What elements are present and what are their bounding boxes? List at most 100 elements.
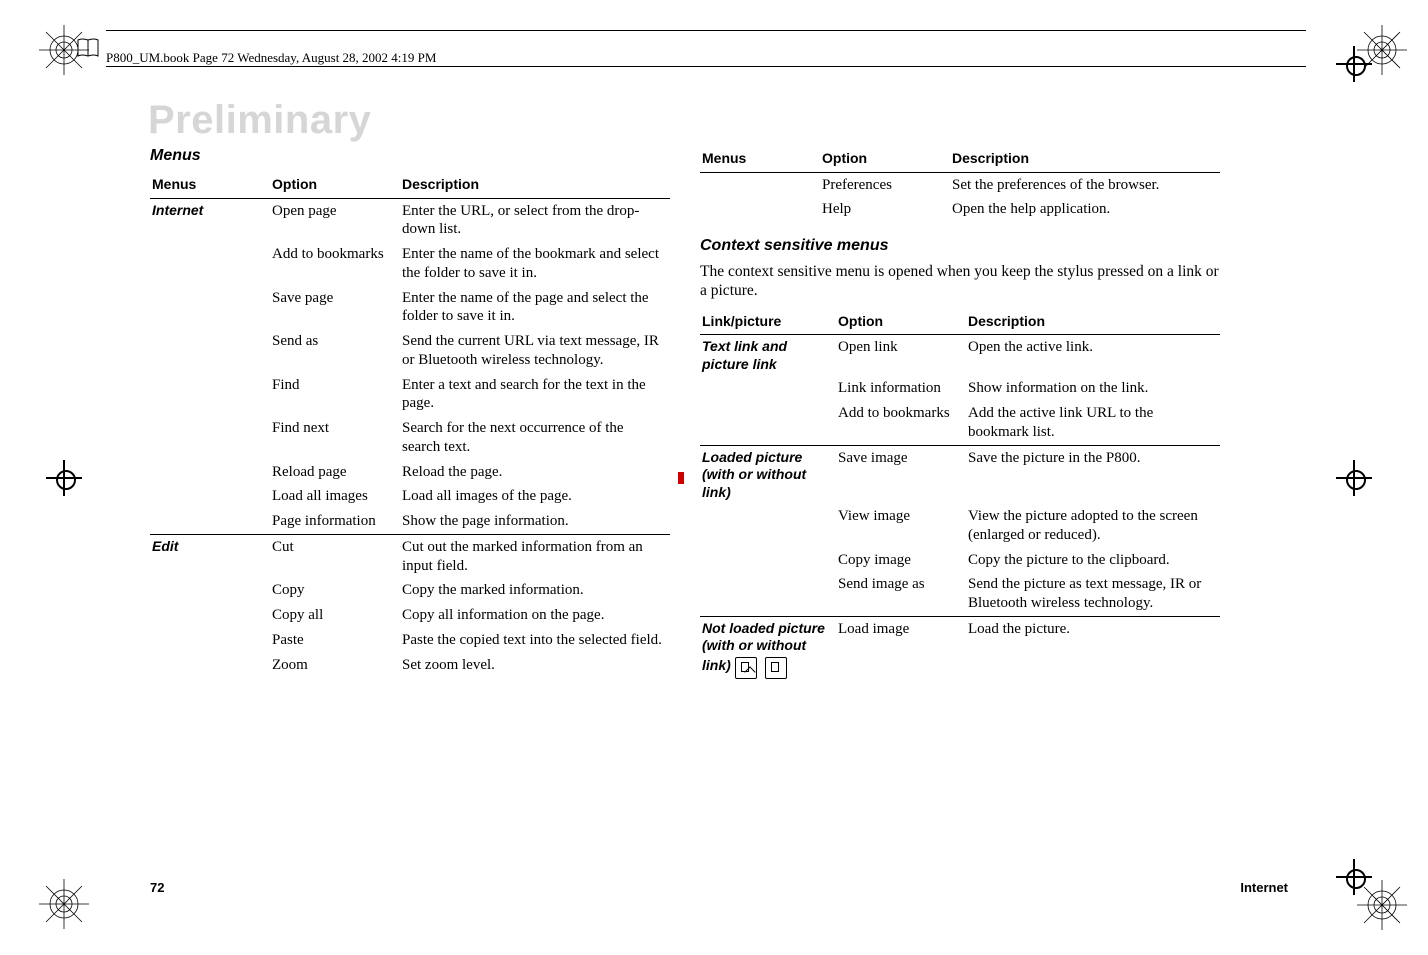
th-desc: Description	[400, 172, 670, 198]
option-label: Help	[820, 197, 950, 222]
option-desc: Load the picture.	[966, 616, 1220, 682]
option-desc: Add the active link URL to the bookmark …	[966, 401, 1220, 445]
table-row: Save page Enter the name of the page and…	[150, 286, 670, 330]
menus-table: Menus Option Description Internet Open p…	[150, 172, 670, 677]
group-textlink: Text link and picture link	[700, 335, 836, 377]
option-desc: Enter the name of the bookmark and selec…	[400, 242, 670, 286]
watermark-text: Preliminary	[148, 98, 371, 143]
option-label: Load all images	[270, 484, 400, 509]
table-row: Page information Show the page informati…	[150, 509, 670, 534]
option-desc: Enter a text and search for the text in …	[400, 373, 670, 417]
option-label: Link information	[836, 376, 966, 401]
table-row: Send image as Send the picture as text m…	[700, 572, 1220, 616]
table-row: Loaded picture (with or without link) Sa…	[700, 445, 1220, 504]
context-heading: Context sensitive menus	[700, 236, 1220, 256]
option-desc: Send the current URL via text message, I…	[400, 329, 670, 373]
option-label: Preferences	[820, 172, 950, 197]
option-label: Add to bookmarks	[836, 401, 966, 445]
printer-mark-icon	[1356, 24, 1408, 76]
table-row: Help Open the help application.	[700, 197, 1220, 222]
th-option: Option	[820, 146, 950, 172]
th-menus: Menus	[150, 172, 270, 198]
running-header-text: P800_UM.book Page 72 Wednesday, August 2…	[106, 50, 436, 65]
table-row: Copy Copy the marked information.	[150, 578, 670, 603]
th-link: Link/picture	[700, 309, 836, 335]
page-number: 72	[150, 880, 164, 895]
option-label: Copy	[270, 578, 400, 603]
revision-mark-icon	[678, 472, 684, 484]
group-notloaded: Not loaded picture (with or without link…	[700, 616, 836, 682]
table-row: Reload page Reload the page.	[150, 460, 670, 485]
printer-mark-icon	[1356, 879, 1408, 931]
option-desc: Set zoom level.	[400, 653, 670, 678]
option-desc: Reload the page.	[400, 460, 670, 485]
option-label: Cut	[270, 534, 400, 578]
option-label: Copy image	[836, 548, 966, 573]
left-column: Menus Menus Option Description Internet …	[150, 146, 670, 677]
option-label: Find	[270, 373, 400, 417]
placeholder-image-icons	[735, 657, 791, 679]
option-desc: Save the picture in the P800.	[966, 445, 1220, 504]
menus-heading: Menus	[150, 146, 670, 166]
th-desc: Description	[950, 146, 1220, 172]
table-header-row: Link/picture Option Description	[700, 309, 1220, 335]
th-desc: Description	[966, 309, 1220, 335]
option-label: Find next	[270, 416, 400, 460]
th-menus: Menus	[700, 146, 820, 172]
option-label: Paste	[270, 628, 400, 653]
page-footer: 72 Internet	[150, 880, 1288, 895]
table-row: Add to bookmarks Add the active link URL…	[700, 401, 1220, 445]
option-desc: Copy all information on the page.	[400, 603, 670, 628]
option-desc: Show the page information.	[400, 509, 670, 534]
printer-mark-icon	[38, 878, 90, 930]
option-label: Open page	[270, 198, 400, 242]
table-row: Zoom Set zoom level.	[150, 653, 670, 678]
right-column: Menus Option Description Preferences Set…	[700, 146, 1220, 682]
option-desc: Enter the name of the page and select th…	[400, 286, 670, 330]
option-label: Save page	[270, 286, 400, 330]
option-desc: Paste the copied text into the selected …	[400, 628, 670, 653]
option-label: Add to bookmarks	[270, 242, 400, 286]
table-row: Find next Search for the next occurrence…	[150, 416, 670, 460]
option-desc: Set the preferences of the browser.	[950, 172, 1220, 197]
table-row: Edit Cut Cut out the marked information …	[150, 534, 670, 578]
option-label: Zoom	[270, 653, 400, 678]
table-row: View image View the picture adopted to t…	[700, 504, 1220, 548]
footer-section: Internet	[1240, 880, 1288, 895]
option-desc: Copy the marked information.	[400, 578, 670, 603]
option-label: Load image	[836, 616, 966, 682]
option-desc: Show information on the link.	[966, 376, 1220, 401]
option-desc: Enter the URL, or select from the drop-d…	[400, 198, 670, 242]
option-desc: Copy the picture to the clipboard.	[966, 548, 1220, 573]
table-row: Preferences Set the preferences of the b…	[700, 172, 1220, 197]
image-link-placeholder-icon	[735, 657, 757, 679]
context-intro: The context sensitive menu is opened whe…	[700, 262, 1220, 301]
page: P800_UM.book Page 72 Wednesday, August 2…	[0, 0, 1428, 955]
table-row: Copy image Copy the picture to the clipb…	[700, 548, 1220, 573]
image-placeholder-icon	[765, 657, 787, 679]
table-row: Load all images Load all images of the p…	[150, 484, 670, 509]
table-row: Paste Paste the copied text into the sel…	[150, 628, 670, 653]
running-header: P800_UM.book Page 72 Wednesday, August 2…	[106, 50, 436, 66]
option-desc: Load all images of the page.	[400, 484, 670, 509]
th-option: Option	[270, 172, 400, 198]
table-row: Text link and picture link Open link Ope…	[700, 335, 1220, 377]
table-row: Add to bookmarks Enter the name of the b…	[150, 242, 670, 286]
option-desc: Cut out the marked information from an i…	[400, 534, 670, 578]
option-label: Save image	[836, 445, 966, 504]
group-internet: Internet	[150, 198, 270, 242]
th-option: Option	[836, 309, 966, 335]
option-desc: Open the active link.	[966, 335, 1220, 377]
table-row: Internet Open page Enter the URL, or sel…	[150, 198, 670, 242]
table-header-row: Menus Option Description	[150, 172, 670, 198]
printer-crosshair-icon	[1336, 460, 1372, 496]
printer-crosshair-icon	[46, 460, 82, 496]
option-desc: Search for the next occurrence of the se…	[400, 416, 670, 460]
group-loaded: Loaded picture (with or without link)	[700, 445, 836, 504]
option-desc: Send the picture as text message, IR or …	[966, 572, 1220, 616]
table-row: Find Enter a text and search for the tex…	[150, 373, 670, 417]
table-header-row: Menus Option Description	[700, 146, 1220, 172]
context-table: Link/picture Option Description Text lin…	[700, 309, 1220, 682]
group-edit: Edit	[150, 534, 270, 578]
option-label: Open link	[836, 335, 966, 377]
